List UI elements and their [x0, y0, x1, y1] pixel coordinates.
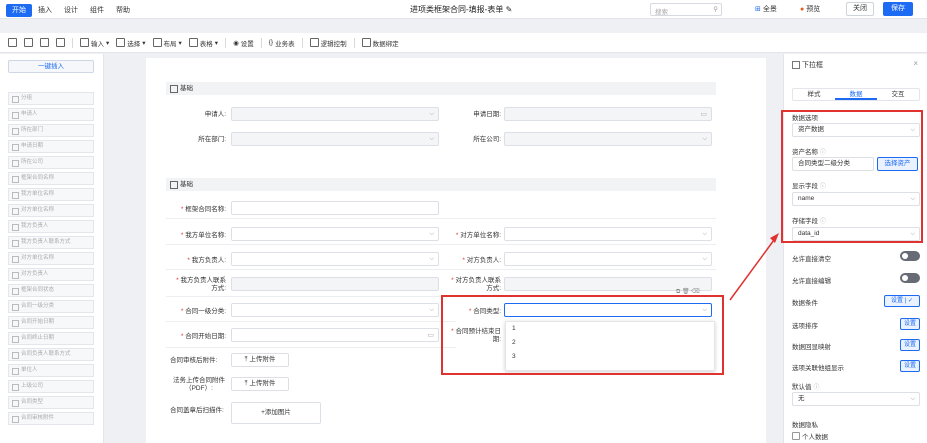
annotation-arrow: [729, 233, 779, 301]
